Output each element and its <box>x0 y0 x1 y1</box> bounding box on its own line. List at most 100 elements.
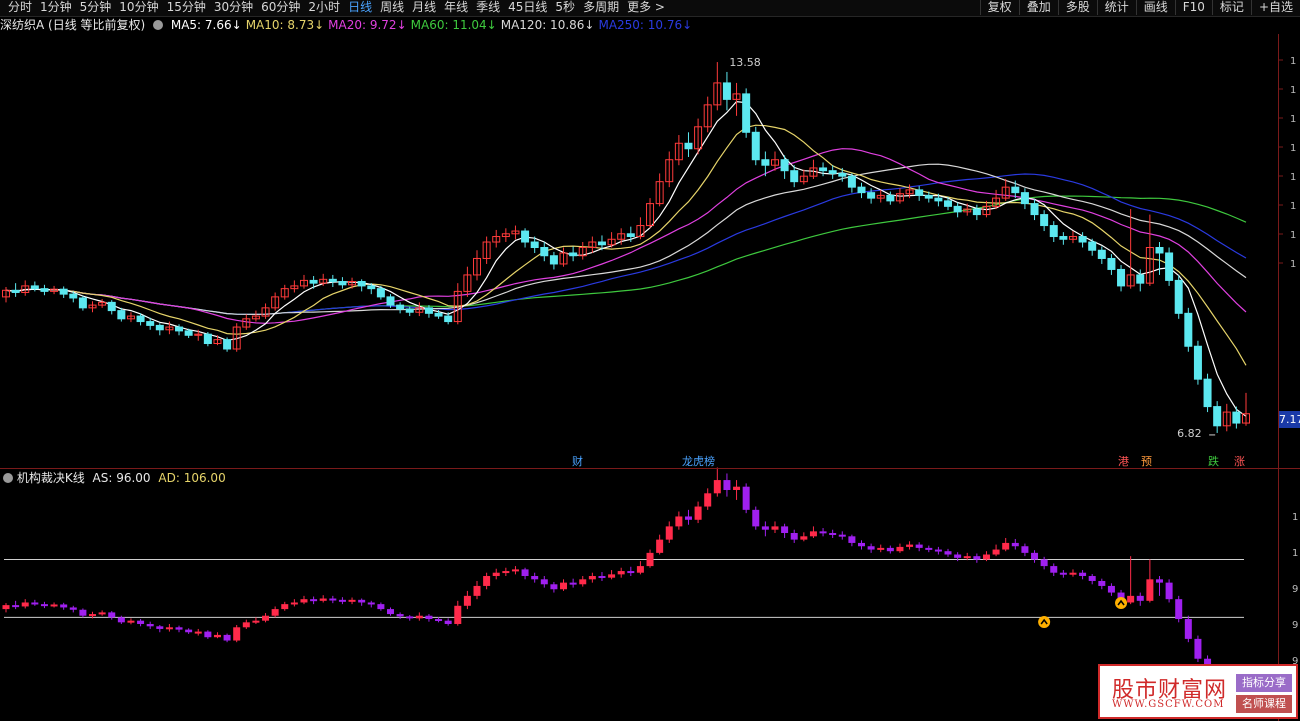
candle-body <box>175 326 184 332</box>
event-mark-1[interactable]: 龙虎榜 <box>682 455 715 469</box>
candle-body <box>444 315 453 323</box>
candle-body <box>11 289 20 293</box>
event-mark-4[interactable]: 跌 <box>1208 455 1219 469</box>
ind-candle-body <box>156 626 164 629</box>
ma60-line <box>5 195 1247 316</box>
ind-candle-body <box>982 554 990 560</box>
ind-candle-body <box>1127 595 1135 603</box>
candle-body <box>1203 378 1212 408</box>
ind-candle-body <box>704 493 712 507</box>
ind-candle-body <box>175 627 183 630</box>
ind-candle-body <box>223 634 231 641</box>
ind-candle-body <box>1088 576 1096 581</box>
ind-candle-body <box>310 599 318 602</box>
ind-candle-body <box>300 599 308 603</box>
ind-candle-body <box>281 604 289 610</box>
candle-body <box>376 288 385 298</box>
event-mark-5[interactable]: 涨 <box>1234 455 1245 469</box>
ind-candle-body <box>290 602 298 605</box>
panel-divider[interactable] <box>0 468 1300 469</box>
ind-candle-body <box>829 533 837 536</box>
ind-candle-body <box>12 605 20 608</box>
ind-candle-body <box>127 620 135 623</box>
ind-candle-body <box>684 516 692 520</box>
candle-body <box>203 333 212 345</box>
candle-body <box>742 93 751 133</box>
ma20-line <box>5 148 1247 324</box>
ind-candle-body <box>973 556 981 560</box>
candle-body <box>761 159 770 166</box>
candle-body <box>30 285 39 290</box>
ind-candle-body <box>21 602 29 607</box>
high-price-label: 13.58 <box>729 56 761 69</box>
candle-body <box>828 170 837 174</box>
ind-candle-body <box>752 509 760 527</box>
ind-candle-body <box>31 602 39 605</box>
ind-candle-body <box>406 616 414 619</box>
ind-candle-body <box>233 627 241 641</box>
candle-body <box>59 288 68 295</box>
candle-body <box>1088 241 1097 251</box>
ind-candle-body <box>463 595 471 606</box>
candle-body <box>953 205 962 213</box>
candle-body <box>1213 406 1222 427</box>
candle-body <box>328 278 337 283</box>
ad-site-url: WWW.GSCFW.COM <box>1112 699 1225 710</box>
event-mark-3[interactable]: 预 <box>1141 455 1152 469</box>
candle-body <box>338 281 347 286</box>
ind-candle-body <box>50 604 58 607</box>
ind-candle-body <box>906 544 914 547</box>
ind-candle-body <box>1069 572 1077 575</box>
ind-candle-body <box>646 552 654 567</box>
candle-body <box>972 208 981 216</box>
ind-candle-body <box>338 599 346 602</box>
candle-body <box>405 308 414 313</box>
ind-candle-body <box>742 486 750 510</box>
ind-candle-body <box>1011 542 1019 547</box>
ind-candle-body <box>915 544 923 548</box>
indicator-name[interactable]: 机构裁决K线 <box>17 471 85 485</box>
ind-candle-body <box>925 547 933 550</box>
candle-body <box>1193 345 1202 380</box>
ind-candle-body <box>636 566 644 573</box>
candle-body <box>915 189 924 196</box>
ind-candle-body <box>560 582 568 590</box>
ind-candle-body <box>877 547 885 550</box>
candle-body <box>155 324 164 331</box>
ind-candle-body <box>617 571 625 575</box>
low-price-label: 6.82 <box>1177 427 1202 440</box>
ad-tag-course: 名师课程 <box>1236 695 1292 713</box>
ind-candle-body <box>627 571 635 574</box>
candle-body <box>1097 249 1106 259</box>
candle-body <box>1011 186 1020 194</box>
ind-candle-body <box>694 506 702 520</box>
candle-body <box>223 339 232 350</box>
ind-candle-body <box>69 607 77 610</box>
indicator-settings-icon[interactable] <box>3 472 13 483</box>
candle-body <box>857 186 866 194</box>
ind-candle-body <box>867 546 875 550</box>
price-tick-label: 1 <box>1290 143 1296 154</box>
ind-candle-body <box>60 604 68 608</box>
event-mark-0[interactable]: 财 <box>572 455 583 469</box>
candle-body <box>107 301 116 312</box>
price-axis[interactable] <box>1278 34 1279 468</box>
ind-candle-body <box>579 579 587 585</box>
price-tick-label: 1 <box>1290 85 1296 96</box>
ind-candle-body <box>598 576 606 579</box>
price-tick-label: 1 <box>1290 201 1296 212</box>
kline-chart[interactable]: 13.586.821111111111999 <box>0 0 1300 721</box>
ind-candle-body <box>944 551 952 555</box>
candle-body <box>1030 203 1039 216</box>
ind-candle-body <box>348 599 356 602</box>
ind-candle-body <box>550 584 558 590</box>
watermark-ad[interactable]: 股市财富网 WWW.GSCFW.COM 指标分享 名师课程 <box>1098 664 1298 719</box>
indicator-legend: 机构裁决K线 AS: 96.00 AD: 106.00 <box>0 470 1278 486</box>
ind-candle-body <box>1136 595 1144 601</box>
ind-candle-body <box>809 531 817 537</box>
ind-tick-label: 1 <box>1292 512 1298 523</box>
ind-candle-body <box>771 526 779 530</box>
candle-body <box>924 194 933 199</box>
event-mark-2[interactable]: 港 <box>1118 455 1129 469</box>
ind-candle-body <box>425 615 433 620</box>
